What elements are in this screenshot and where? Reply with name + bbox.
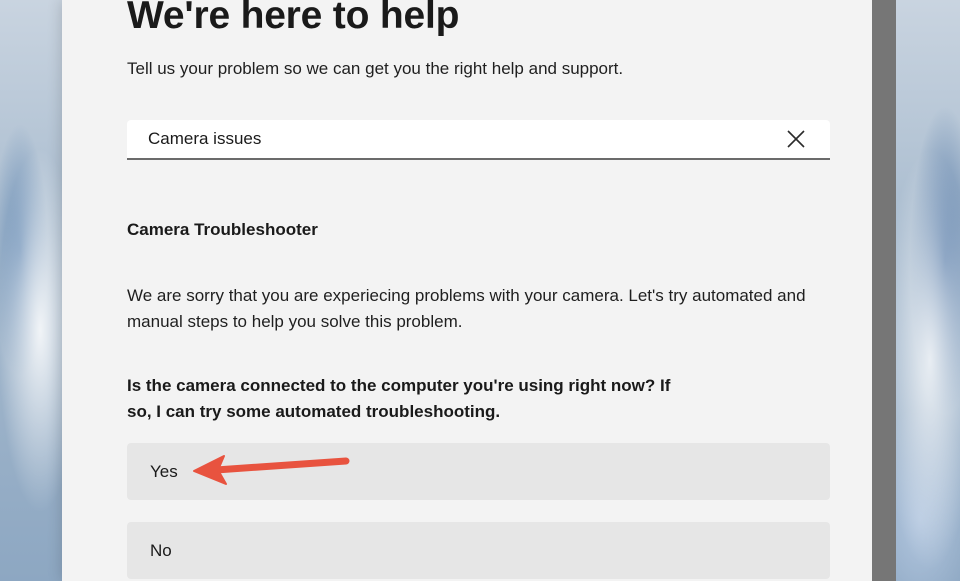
get-help-window: We're here to help Tell us your problem … xyxy=(62,0,872,581)
troubleshooter-description: We are sorry that you are experiecing pr… xyxy=(127,286,806,331)
troubleshooter-title: Camera Troubleshooter xyxy=(127,220,318,239)
search-input[interactable] xyxy=(148,120,768,158)
yes-button-label: Yes xyxy=(150,461,178,481)
no-button-label: No xyxy=(150,540,172,560)
search-box xyxy=(127,120,830,160)
scrollbar[interactable] xyxy=(872,0,896,581)
no-button[interactable]: No xyxy=(127,522,830,579)
page-title: We're here to help xyxy=(127,0,460,37)
close-icon[interactable] xyxy=(786,129,806,149)
page-subtitle: Tell us your problem so we can get you t… xyxy=(127,59,624,78)
troubleshooter-question: Is the camera connected to the computer … xyxy=(127,376,671,421)
yes-button[interactable]: Yes xyxy=(127,443,830,500)
